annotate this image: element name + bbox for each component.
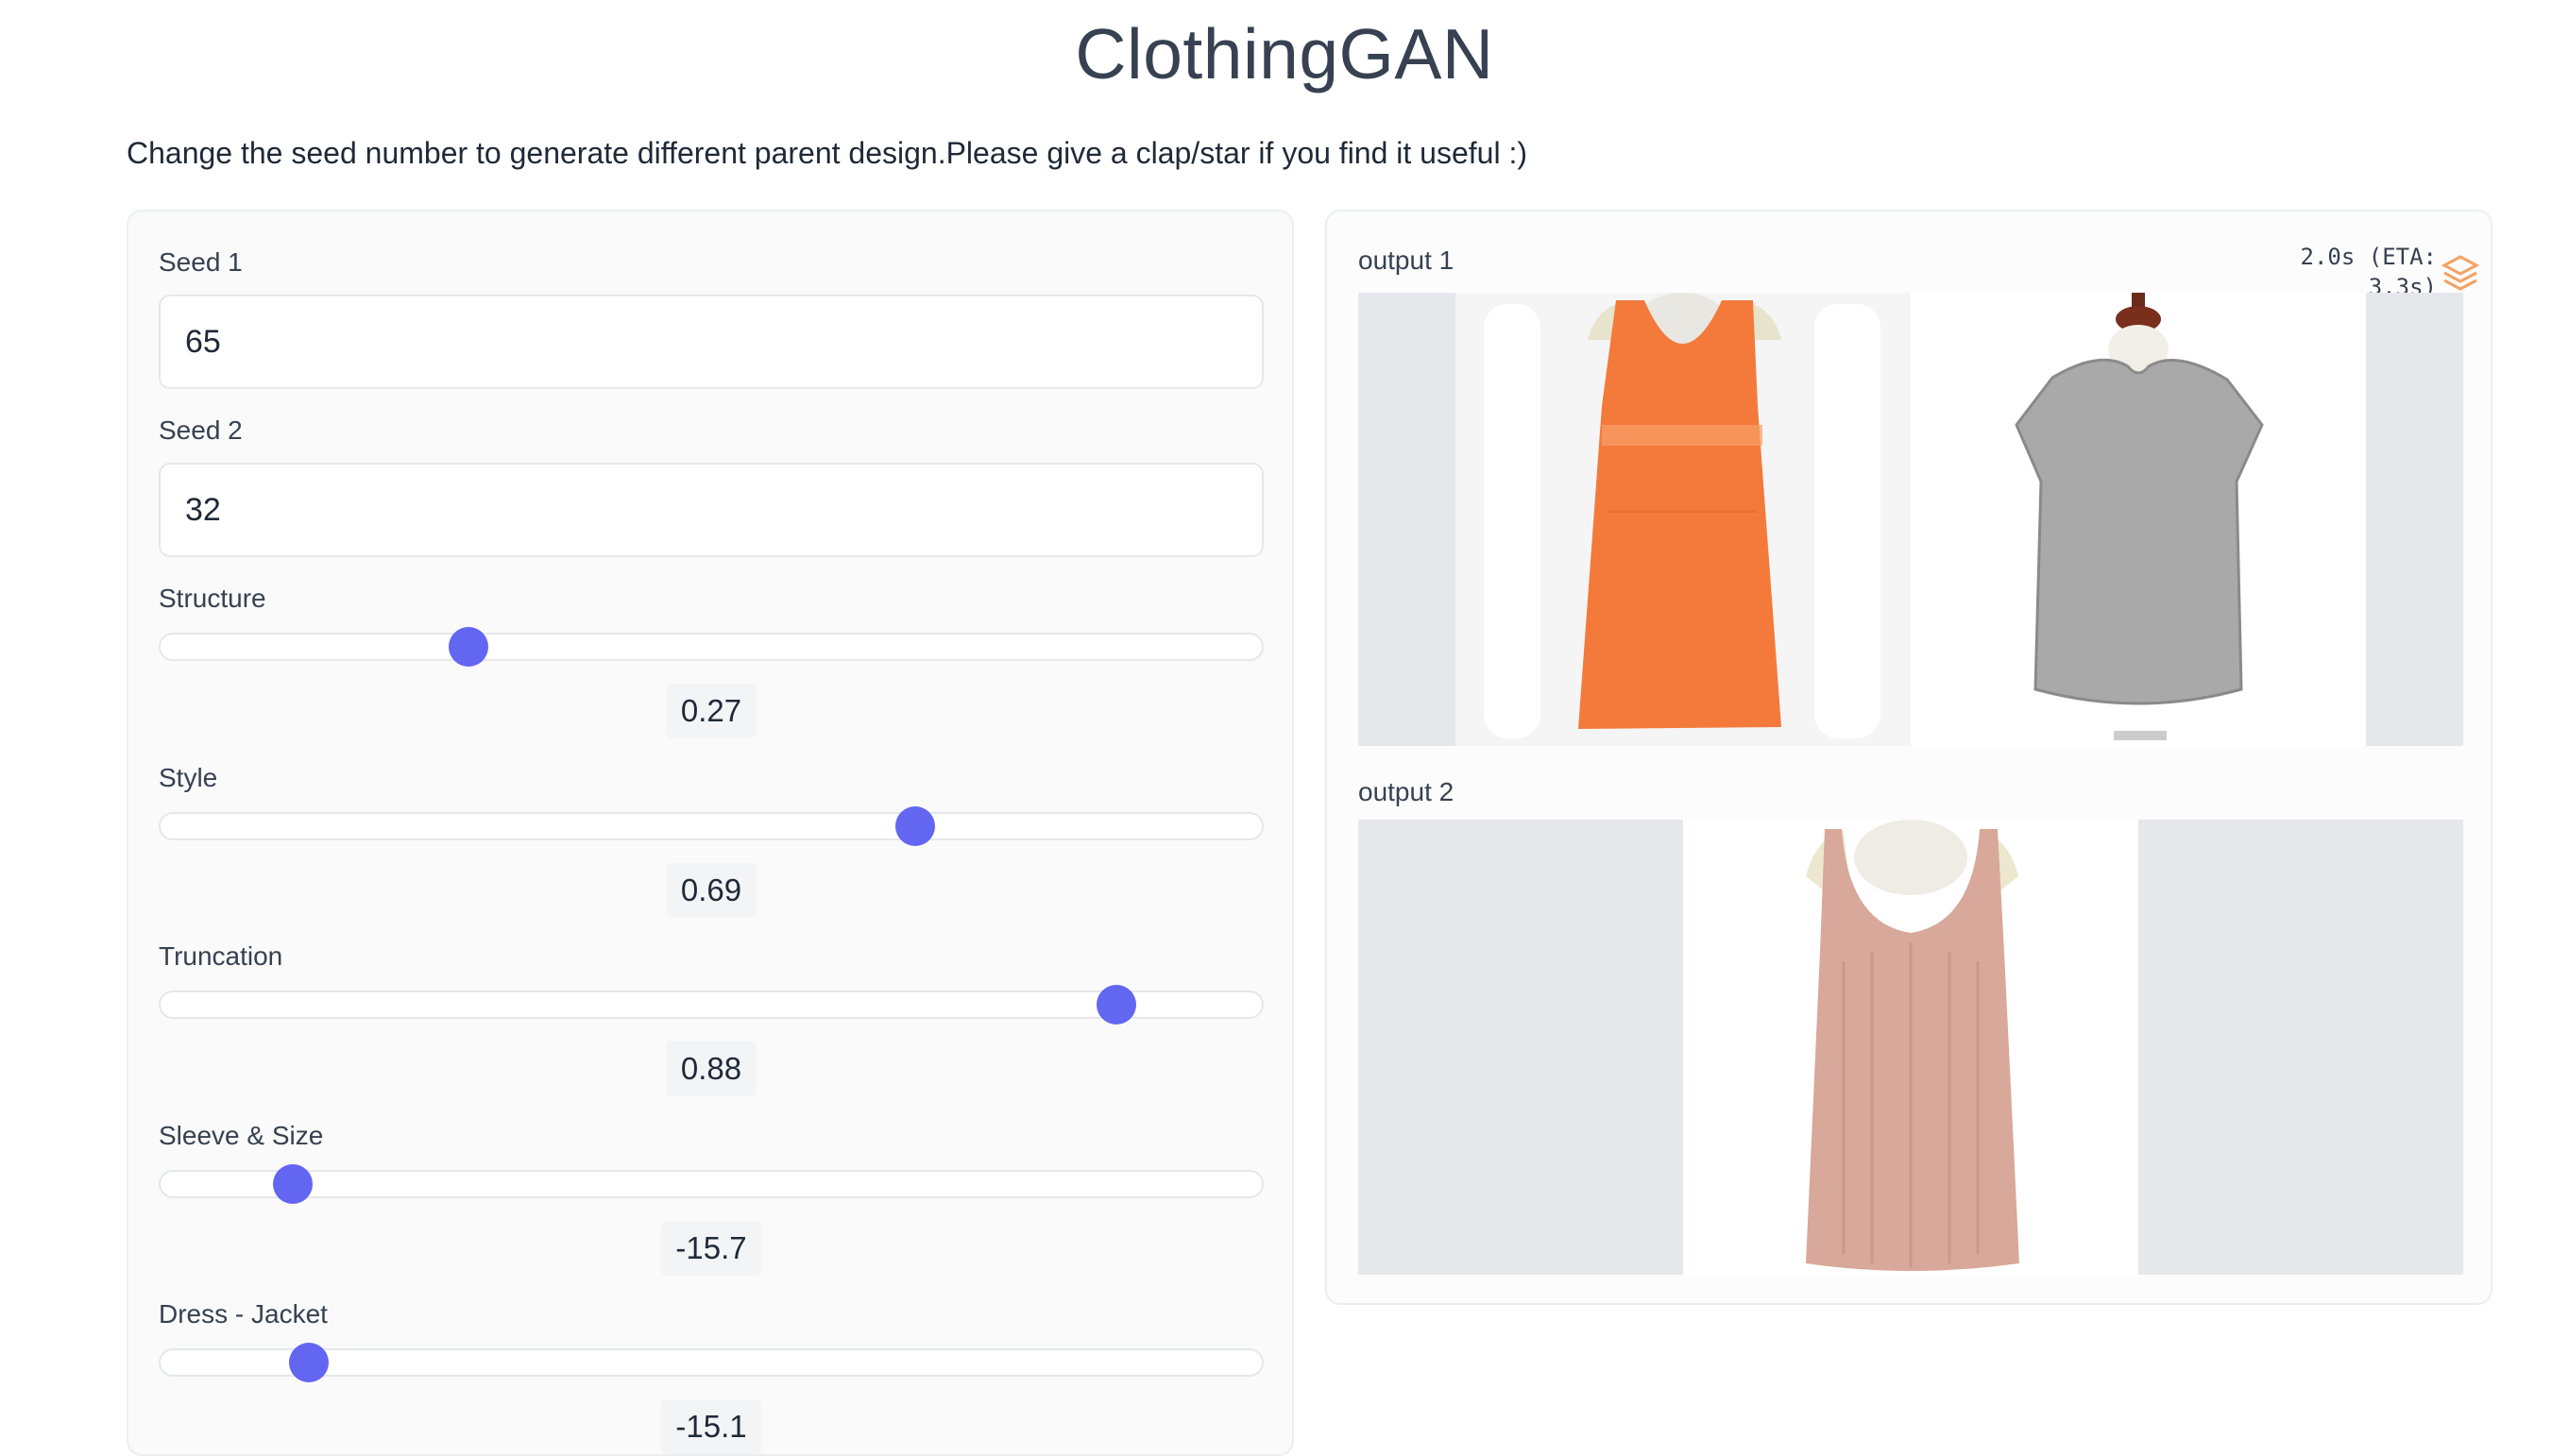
sleeve-size-slider-thumb[interactable]: [272, 1164, 313, 1204]
style-slider-thumb[interactable]: [894, 806, 935, 846]
app-title: ClothingGAN: [1075, 14, 1494, 93]
style-label: Style: [159, 763, 218, 792]
seed2-input[interactable]: 32: [159, 463, 1264, 557]
seed2-label: Seed 2: [159, 415, 243, 445]
seed1-input[interactable]: 65: [159, 295, 1264, 389]
dress-jacket-slider[interactable]: [159, 1343, 1264, 1382]
output1-gallery: [1358, 293, 2463, 746]
progress-status: 2.0s (ETA: 3.3s): [2300, 244, 2438, 298]
output2-gallery: [1358, 820, 2463, 1275]
orange-dress-image[interactable]: [1455, 293, 1911, 746]
style-slider[interactable]: [159, 806, 1264, 846]
grey-vest-image[interactable]: [1911, 293, 2366, 746]
structure-label: Structure: [159, 584, 266, 613]
sleeve-size-slider[interactable]: [159, 1164, 1264, 1204]
truncation-label: Truncation: [159, 941, 283, 971]
truncation-slider[interactable]: [159, 985, 1264, 1024]
style-value[interactable]: 0.69: [665, 863, 757, 918]
dress-jacket-value[interactable]: -15.1: [660, 1399, 762, 1454]
app-description: Change the seed number to generate diffe…: [127, 136, 1527, 170]
structure-value[interactable]: 0.27: [665, 684, 757, 738]
dress-jacket-slider-thumb[interactable]: [289, 1343, 330, 1382]
truncation-slider-thumb[interactable]: [1097, 985, 1137, 1024]
sleeve-size-label: Sleeve & Size: [159, 1121, 324, 1150]
orange-loader-icon: [2441, 255, 2480, 291]
truncation-value[interactable]: 0.88: [665, 1041, 757, 1096]
structure-slider[interactable]: [159, 627, 1264, 667]
output1-label: output 1: [1358, 245, 1455, 275]
dress-jacket-label: Dress - Jacket: [159, 1299, 328, 1329]
sleeve-size-value[interactable]: -15.7: [660, 1221, 762, 1276]
seed1-label: Seed 1: [159, 247, 243, 277]
pink-dress-image[interactable]: [1683, 820, 2138, 1275]
inputs-panel: Seed 1 65 Seed 2 32 Structure 0.27 Style…: [127, 210, 1294, 1456]
output2-label: output 2: [1358, 777, 1455, 806]
structure-slider-thumb[interactable]: [449, 627, 489, 667]
